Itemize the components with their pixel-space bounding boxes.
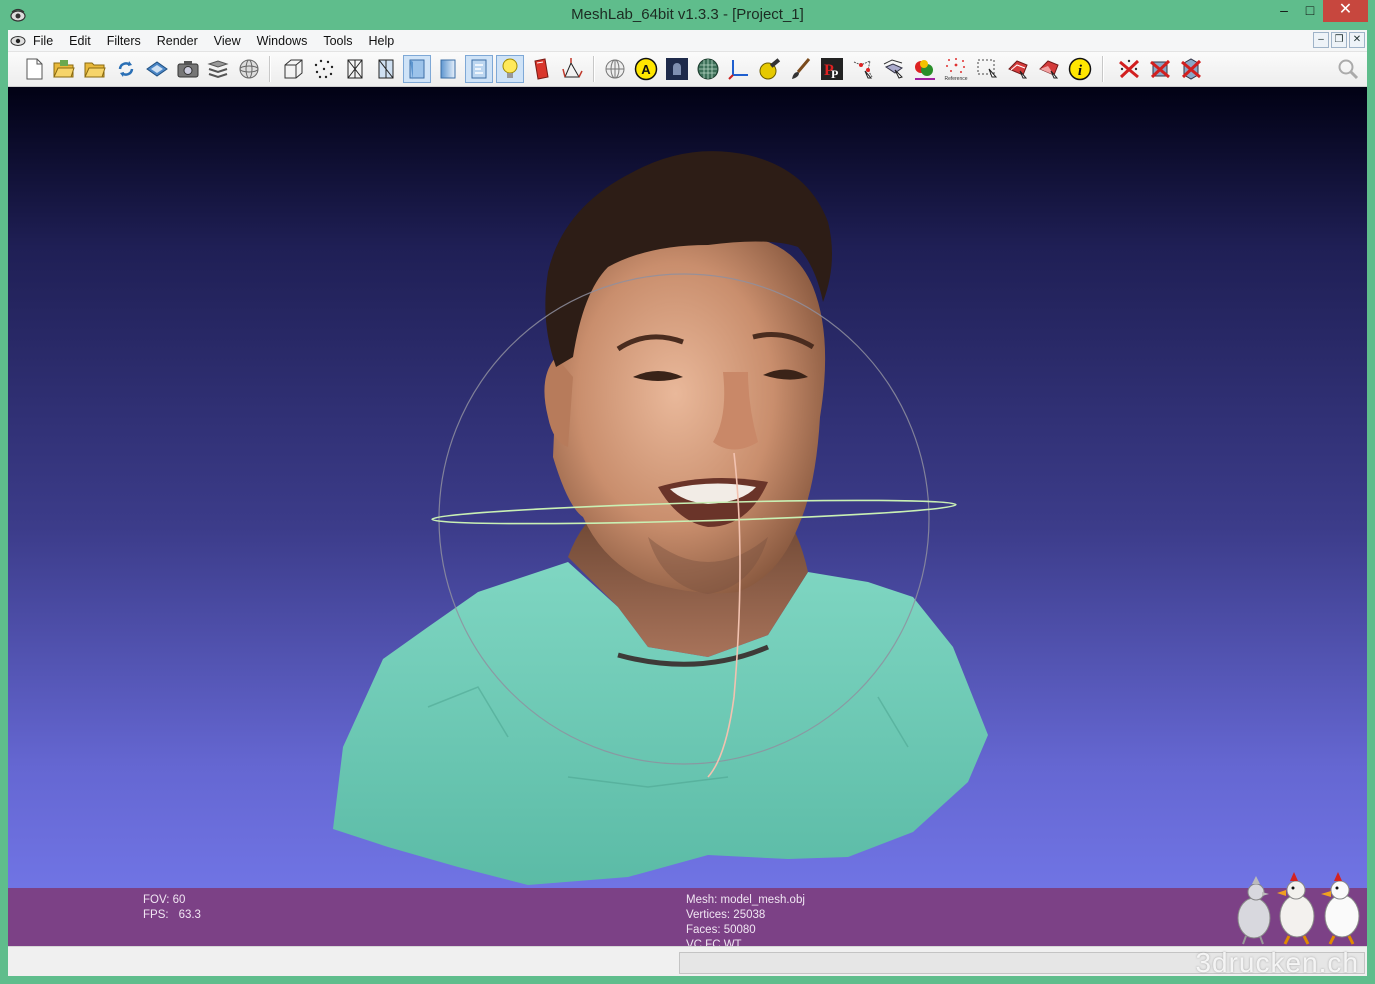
fps-row: FPS: 63.3 bbox=[143, 908, 201, 923]
info-bar: FOV: 60 FPS: 63.3 Mesh: model_mesh.obj Ve… bbox=[8, 872, 1367, 946]
align-icon[interactable] bbox=[880, 55, 908, 83]
search-icon[interactable] bbox=[1334, 55, 1362, 83]
reference-icon[interactable]: Reference bbox=[942, 55, 970, 83]
color-texture-icon[interactable] bbox=[527, 55, 555, 83]
delete-vertices-icon[interactable] bbox=[1115, 55, 1143, 83]
window-bottom-border bbox=[0, 976, 1375, 984]
open-project-icon[interactable] bbox=[81, 55, 109, 83]
vertex-count: Vertices: 25038 bbox=[686, 909, 766, 921]
menu-render[interactable]: Render bbox=[154, 30, 206, 52]
select-connected-icon[interactable] bbox=[1004, 55, 1032, 83]
meshlab-chickens-logo bbox=[1237, 872, 1360, 945]
mesh-name: Mesh: model_mesh.obj bbox=[686, 894, 805, 906]
sphere-grid-icon[interactable] bbox=[235, 55, 263, 83]
delete-faces-vertices-icon[interactable] bbox=[1177, 55, 1205, 83]
menu-tools[interactable]: Tools bbox=[320, 30, 360, 52]
toolbar-separator bbox=[269, 56, 271, 82]
reference-label: Reference bbox=[944, 76, 967, 82]
texture-icon[interactable] bbox=[465, 55, 493, 83]
pickpoints-icon[interactable]: PP bbox=[818, 55, 846, 83]
status-bar: 3drucken.ch bbox=[8, 946, 1367, 978]
hidden-lines-icon[interactable] bbox=[372, 55, 400, 83]
vertex-normals-icon[interactable] bbox=[558, 55, 586, 83]
menu-filters[interactable]: Filters bbox=[104, 30, 149, 52]
mdi-controls: – ❐ ✕ bbox=[1313, 32, 1365, 48]
mdi-restore-button[interactable]: ❐ bbox=[1331, 32, 1347, 48]
paint-brush-icon[interactable] bbox=[787, 55, 815, 83]
delete-faces-icon[interactable] bbox=[1146, 55, 1174, 83]
flat-shading-icon[interactable] bbox=[403, 55, 431, 83]
menu-view[interactable]: View bbox=[211, 30, 249, 52]
toolbar-separator bbox=[1102, 56, 1104, 82]
mesh-flags: VC FC WT bbox=[686, 939, 742, 946]
watermark-text: 3drucken.ch bbox=[1195, 947, 1359, 978]
fov-label: FOV: 60 bbox=[143, 894, 186, 906]
fps-value: 63.3 bbox=[178, 909, 201, 921]
3d-viewport[interactable] bbox=[8, 87, 1367, 888]
select-region-icon[interactable] bbox=[1035, 55, 1063, 83]
menu-items: File Edit Filters Render View Windows Tools Hel… bbox=[30, 30, 407, 52]
face-count: Faces: 50080 bbox=[686, 924, 756, 936]
menu-windows[interactable]: Windows bbox=[254, 30, 316, 52]
axes-icon[interactable] bbox=[725, 55, 753, 83]
mdi-minimize-button[interactable]: – bbox=[1313, 32, 1329, 48]
mesh-render[interactable] bbox=[8, 87, 1367, 888]
mutual-info-icon[interactable] bbox=[911, 55, 939, 83]
globe-icon[interactable] bbox=[601, 55, 629, 83]
fps-label: FPS: bbox=[143, 909, 169, 921]
save-icon[interactable] bbox=[143, 55, 171, 83]
window-title: MeshLab_64bit v1.3.3 - [Project_1] bbox=[571, 6, 804, 23]
toolbar-separator bbox=[593, 56, 595, 82]
svg-text:A: A bbox=[641, 62, 651, 77]
document-eye-icon[interactable] bbox=[10, 33, 26, 49]
snapshot-icon[interactable] bbox=[174, 55, 202, 83]
menu-file[interactable]: File bbox=[30, 30, 61, 52]
close-button[interactable]: ✕ bbox=[1323, 0, 1368, 22]
open-folder-icon[interactable] bbox=[50, 55, 78, 83]
mdi-close-button[interactable]: ✕ bbox=[1349, 32, 1365, 48]
menu-edit[interactable]: Edit bbox=[66, 30, 99, 52]
main-toolbar: A PP Reference i bbox=[8, 52, 1367, 87]
sphere-mesh-icon[interactable] bbox=[694, 55, 722, 83]
select-vertices-icon[interactable] bbox=[849, 55, 877, 83]
measure-icon[interactable] bbox=[756, 55, 784, 83]
smooth-shading-icon[interactable] bbox=[434, 55, 462, 83]
wireframe-icon[interactable] bbox=[341, 55, 369, 83]
light-icon[interactable] bbox=[496, 55, 524, 83]
info-icon[interactable]: i bbox=[1066, 55, 1094, 83]
annotation-a-icon[interactable]: A bbox=[632, 55, 660, 83]
view-info: FOV: 60 FPS: 63.3 bbox=[143, 893, 201, 923]
maximize-button[interactable]: □ bbox=[1296, 0, 1324, 22]
mesh-info: Mesh: model_mesh.obj Vertices: 25038 Fac… bbox=[686, 893, 805, 946]
quality-icon[interactable] bbox=[663, 55, 691, 83]
menu-help[interactable]: Help bbox=[366, 30, 403, 52]
svg-text:P: P bbox=[831, 67, 838, 81]
select-faces-icon[interactable] bbox=[973, 55, 1001, 83]
points-icon[interactable] bbox=[310, 55, 338, 83]
reload-icon[interactable] bbox=[112, 55, 140, 83]
layers-icon[interactable] bbox=[204, 55, 232, 83]
meshlab-window: MeshLab_64bit v1.3.3 - [Project_1] – □ ✕… bbox=[0, 0, 1375, 984]
minimize-button[interactable]: – bbox=[1270, 0, 1298, 22]
bounding-box-icon[interactable] bbox=[279, 55, 307, 83]
title-bar[interactable]: MeshLab_64bit v1.3.3 - [Project_1] – □ ✕ bbox=[0, 0, 1375, 30]
new-document-icon[interactable] bbox=[20, 55, 48, 83]
menu-bar: File Edit Filters Render View Windows Tools Hel… bbox=[8, 30, 1367, 52]
